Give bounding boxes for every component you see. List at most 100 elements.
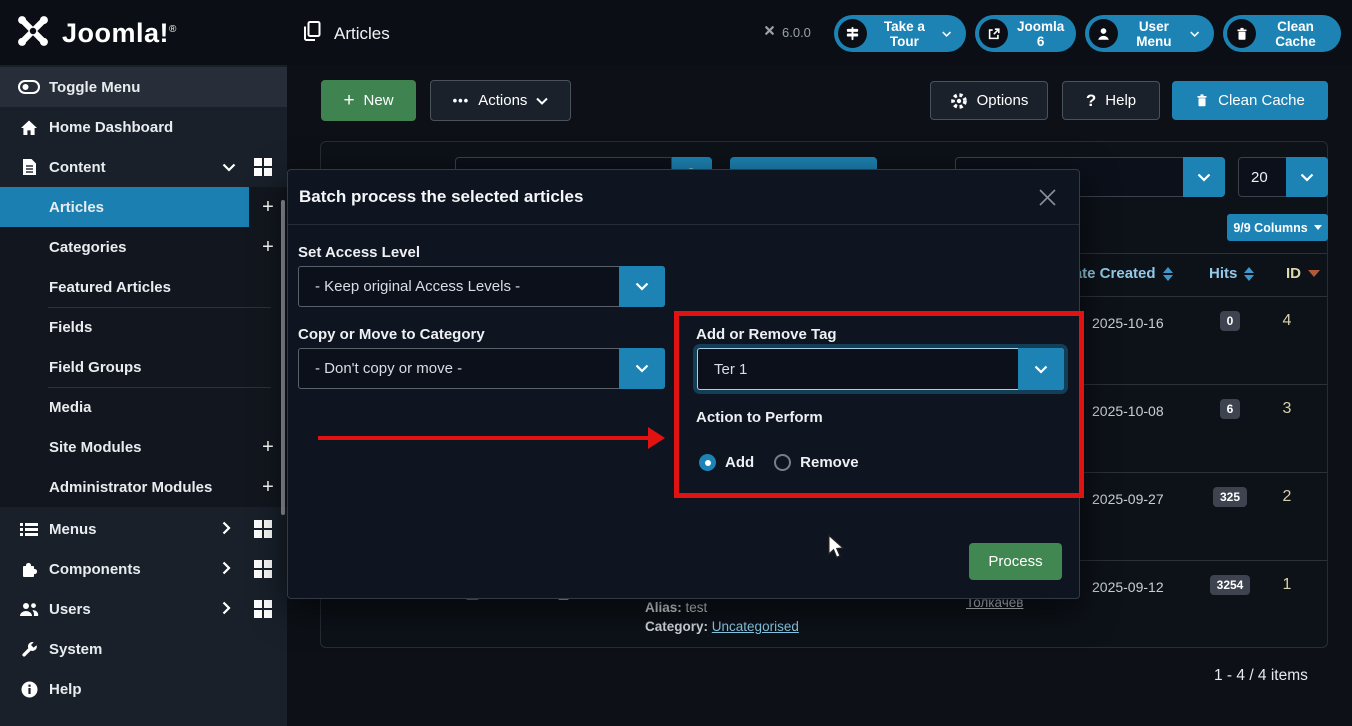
hits-badge: 3254 bbox=[1210, 575, 1251, 595]
top-bar: Joomla!® Articles 6.0.0 bbox=[0, 0, 1352, 65]
hits-badge: 6 bbox=[1220, 399, 1241, 419]
actions-button[interactable]: ••• Actions bbox=[430, 80, 571, 121]
options-button[interactable]: Options bbox=[930, 81, 1048, 120]
pagination-info: 1 - 4 / 4 items bbox=[1214, 667, 1308, 685]
sidebar-item-categories[interactable]: Categories bbox=[0, 227, 287, 267]
new-button[interactable]: + New bbox=[321, 80, 416, 121]
sidebar-item-administrator-modules[interactable]: Administrator Modules bbox=[0, 467, 287, 507]
chevron-right-icon bbox=[222, 601, 231, 619]
modal-title: Batch process the selected articles bbox=[299, 187, 583, 207]
id-cell: 1 bbox=[1270, 576, 1304, 594]
sidebar-item-site-modules[interactable]: Site Modules bbox=[0, 427, 287, 467]
help-button[interactable]: ? Help bbox=[1062, 81, 1160, 120]
dashboard-grid-icon[interactable] bbox=[254, 520, 272, 542]
chevron-down-icon bbox=[942, 30, 951, 38]
column-header-hits[interactable]: Hits bbox=[1209, 265, 1254, 282]
question-icon: ? bbox=[1086, 91, 1096, 111]
chevron-down-icon bbox=[1190, 30, 1199, 38]
version-text: 6.0.0 bbox=[782, 25, 811, 40]
external-link-icon bbox=[979, 19, 1008, 48]
joomla-logo: Joomla!® bbox=[14, 13, 177, 53]
sort-icon bbox=[1244, 267, 1254, 281]
trash-icon bbox=[1227, 19, 1256, 48]
signpost-icon bbox=[838, 19, 867, 48]
date-created-cell: 2025-09-12 bbox=[1092, 579, 1164, 595]
take-a-tour-button[interactable]: Take a Tour bbox=[834, 15, 966, 52]
dashboard-grid-icon[interactable] bbox=[254, 560, 272, 582]
copy-move-category-label: Copy or Move to Category bbox=[298, 326, 485, 343]
sort-icon bbox=[1163, 267, 1173, 281]
dashboard-grid-icon[interactable] bbox=[254, 600, 272, 622]
radio-selected-icon bbox=[699, 454, 716, 471]
id-cell: 3 bbox=[1270, 400, 1304, 418]
user-menu-button[interactable]: User Menu bbox=[1085, 15, 1214, 52]
puzzle-icon bbox=[18, 560, 40, 578]
article-alias: Alias: test bbox=[645, 600, 707, 615]
sidebar-scrollbar[interactable] bbox=[281, 200, 285, 515]
sidebar-item-components[interactable]: Components bbox=[0, 549, 287, 589]
page-title: Articles bbox=[334, 24, 390, 44]
annotation-arrow bbox=[318, 436, 650, 440]
joomla-version-icon bbox=[763, 24, 776, 40]
clean-cache-pill-button[interactable]: Clean Cache bbox=[1223, 15, 1341, 52]
date-created-cell: 2025-10-08 bbox=[1092, 403, 1164, 419]
logo-wordmark: Joomla!® bbox=[62, 18, 177, 49]
sidebar-item-system[interactable]: System bbox=[0, 629, 287, 669]
sidebar-item-featured-articles[interactable]: Featured Articles bbox=[0, 267, 287, 307]
sidebar-item-users[interactable]: Users bbox=[0, 589, 287, 629]
sidebar-item-help[interactable]: Help bbox=[0, 669, 287, 709]
gear-icon bbox=[950, 92, 968, 110]
radio-remove[interactable]: Remove bbox=[774, 454, 858, 471]
close-icon[interactable] bbox=[1038, 188, 1057, 207]
chevron-down-icon bbox=[1018, 348, 1064, 390]
columns-toggle-button[interactable]: 9/9 Columns bbox=[1227, 214, 1328, 241]
sort-desc-icon bbox=[1308, 270, 1320, 277]
date-created-cell: 2025-10-16 bbox=[1092, 315, 1164, 331]
sidebar-item-media[interactable]: Media bbox=[0, 387, 287, 427]
hits-cell: 6 bbox=[1200, 399, 1260, 419]
add-remove-tag-label: Add or Remove Tag bbox=[696, 326, 837, 343]
batch-process-modal: Batch process the selected articles Set … bbox=[287, 169, 1080, 599]
id-cell: 4 bbox=[1270, 312, 1304, 330]
joomla-admin-page: Joomla!® Articles 6.0.0 bbox=[0, 0, 1352, 726]
dashboard-grid-icon[interactable] bbox=[254, 158, 272, 180]
modal-header: Batch process the selected articles bbox=[288, 170, 1079, 225]
user-icon bbox=[1089, 19, 1118, 48]
chevron-down-icon bbox=[619, 348, 665, 389]
radio-unselected-icon bbox=[774, 454, 791, 471]
sidebar-item-fields[interactable]: Fields bbox=[0, 307, 287, 347]
access-level-label: Set Access Level bbox=[298, 244, 420, 261]
hits-cell: 3254 bbox=[1200, 575, 1260, 595]
clean-cache-button[interactable]: Clean Cache bbox=[1172, 81, 1328, 120]
joomla6-link-button[interactable]: Joomla 6 bbox=[975, 15, 1076, 52]
hits-cell: 325 bbox=[1200, 487, 1260, 507]
sidebar-toggle-menu[interactable]: Toggle Menu bbox=[0, 67, 287, 107]
caret-down-icon bbox=[1314, 225, 1322, 230]
sidebar-item-content[interactable]: Content bbox=[0, 147, 287, 187]
sidebar: Toggle Menu Home Dashboard Content bbox=[0, 65, 287, 726]
plus-icon: + bbox=[343, 90, 354, 112]
sidebar-item-field-groups[interactable]: Field Groups bbox=[0, 347, 287, 387]
chevron-down-icon bbox=[536, 97, 548, 105]
chevron-right-icon bbox=[222, 521, 231, 539]
chevron-down-icon[interactable] bbox=[1183, 157, 1225, 197]
chevron-down-icon[interactable] bbox=[1286, 157, 1328, 197]
sidebar-item-home-dashboard[interactable]: Home Dashboard bbox=[0, 107, 287, 147]
radio-add[interactable]: Add bbox=[699, 454, 754, 471]
sidebar-item-menus[interactable]: Menus bbox=[0, 509, 287, 549]
action-to-perform-label: Action to Perform bbox=[696, 409, 823, 426]
page-title-group: Articles bbox=[302, 20, 390, 47]
info-circle-icon bbox=[18, 681, 40, 698]
column-header-id[interactable]: ID bbox=[1286, 265, 1320, 282]
process-button[interactable]: Process bbox=[969, 543, 1062, 580]
chevron-down-icon bbox=[619, 266, 665, 307]
access-level-select[interactable]: - Keep original Access Levels - bbox=[298, 266, 665, 307]
list-icon bbox=[18, 522, 40, 537]
joomla-logo-icon bbox=[14, 12, 52, 55]
copy-move-category-select[interactable]: - Don't copy or move - bbox=[298, 348, 665, 389]
trash-icon bbox=[1195, 93, 1209, 108]
tag-select[interactable]: Ter 1 bbox=[697, 348, 1064, 390]
version-badge: 6.0.0 bbox=[763, 24, 811, 40]
category-link[interactable]: Uncategorised bbox=[712, 619, 799, 634]
sidebar-item-articles[interactable]: Articles bbox=[0, 187, 249, 227]
